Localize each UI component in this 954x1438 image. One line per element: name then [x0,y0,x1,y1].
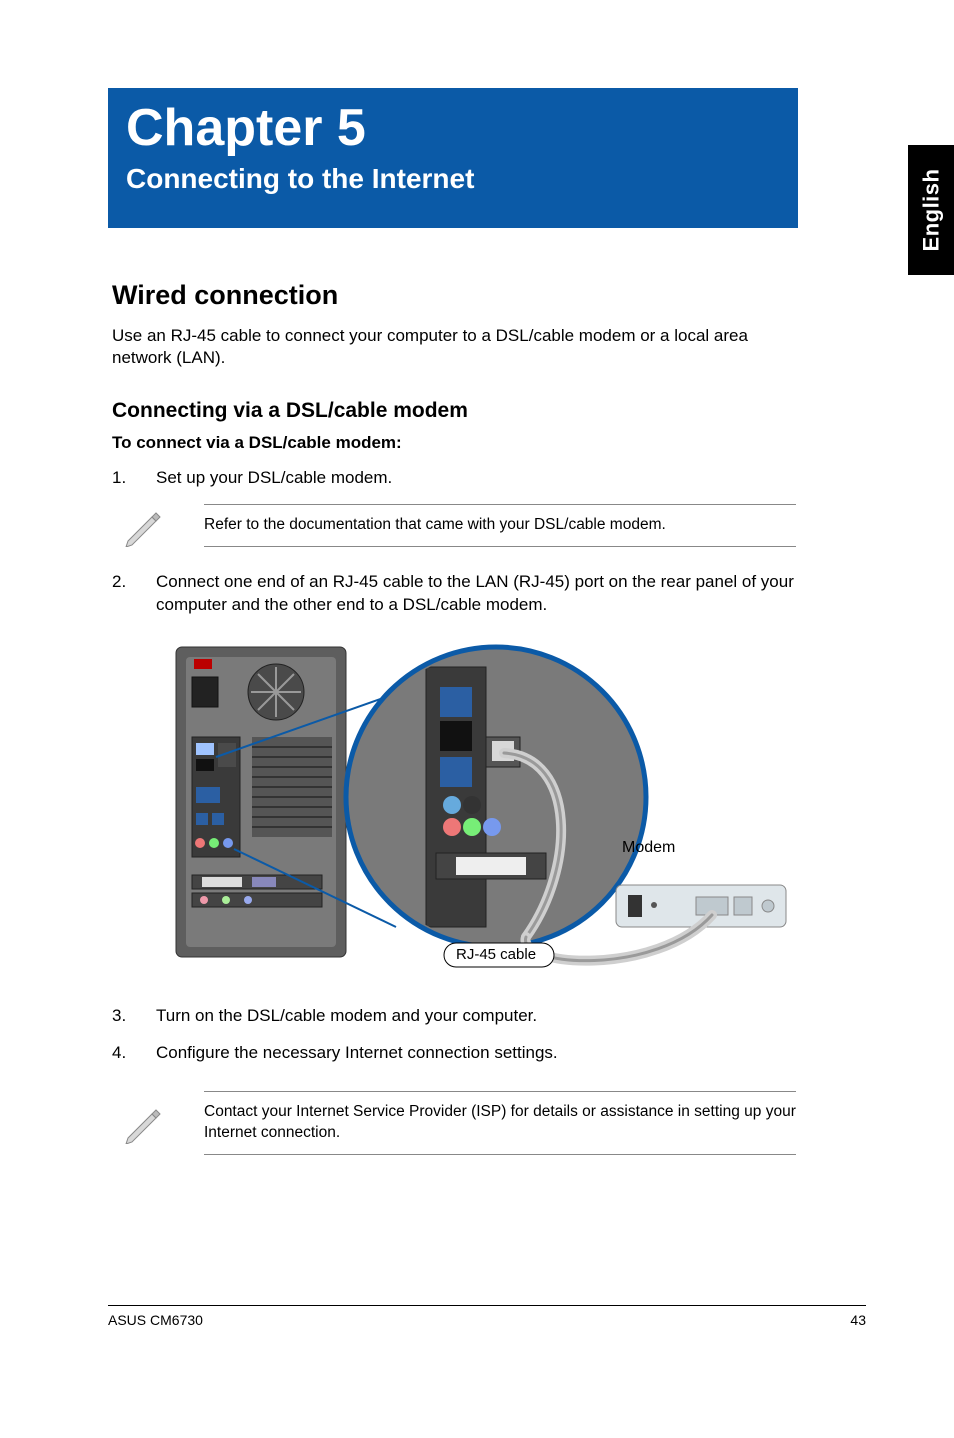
note-2: Contact your Internet Service Provider (… [204,1091,796,1155]
note-1: Refer to the documentation that came wit… [204,504,796,547]
pencil-note-icon [122,1102,164,1144]
chapter-number: Chapter 5 [126,100,780,157]
page-footer: ASUS CM6730 43 [108,1305,866,1328]
step-1-num: 1. [112,467,156,490]
content-area: Wired connection Use an RJ-45 cable to c… [112,280,796,1179]
note-1-text: Refer to the documentation that came wit… [204,504,796,547]
step-1: 1. Set up your DSL/cable modem. [112,467,796,490]
chapter-banner: Chapter 5 Connecting to the Internet [108,88,798,228]
connection-diagram: Modem RJ-45 cable [156,637,796,977]
language-tab: English [908,145,954,275]
step-2-num: 2. [112,571,156,617]
language-tab-label: English [918,169,944,252]
step-3: 3. Turn on the DSL/cable modem and your … [112,1005,796,1028]
diagram-modem-label: Modem [622,839,675,857]
diagram-cable-label: RJ-45 cable [456,946,536,963]
step-3-num: 3. [112,1005,156,1028]
step-2: 2. Connect one end of an RJ-45 cable to … [112,571,796,617]
subsection-lead: To connect via a DSL/cable modem: [112,433,796,453]
page: English Chapter 5 Connecting to the Inte… [0,0,954,1438]
step-4-text: Configure the necessary Internet connect… [156,1042,796,1065]
step-4: 4. Configure the necessary Internet conn… [112,1042,796,1065]
chapter-title: Connecting to the Internet [126,163,780,195]
footer-page-number: 43 [850,1312,866,1328]
section-title: Wired connection [112,280,796,311]
note-2-text: Contact your Internet Service Provider (… [204,1091,796,1155]
subsection-title: Connecting via a DSL/cable modem [112,399,796,423]
step-3-text: Turn on the DSL/cable modem and your com… [156,1005,796,1028]
step-1-text: Set up your DSL/cable modem. [156,467,796,490]
footer-model: ASUS CM6730 [108,1312,203,1328]
diagram-svg [156,637,796,977]
pencil-note-icon [122,505,164,547]
step-2-text: Connect one end of an RJ-45 cable to the… [156,571,796,617]
step-4-num: 4. [112,1042,156,1065]
section-intro: Use an RJ-45 cable to connect your compu… [112,325,796,369]
